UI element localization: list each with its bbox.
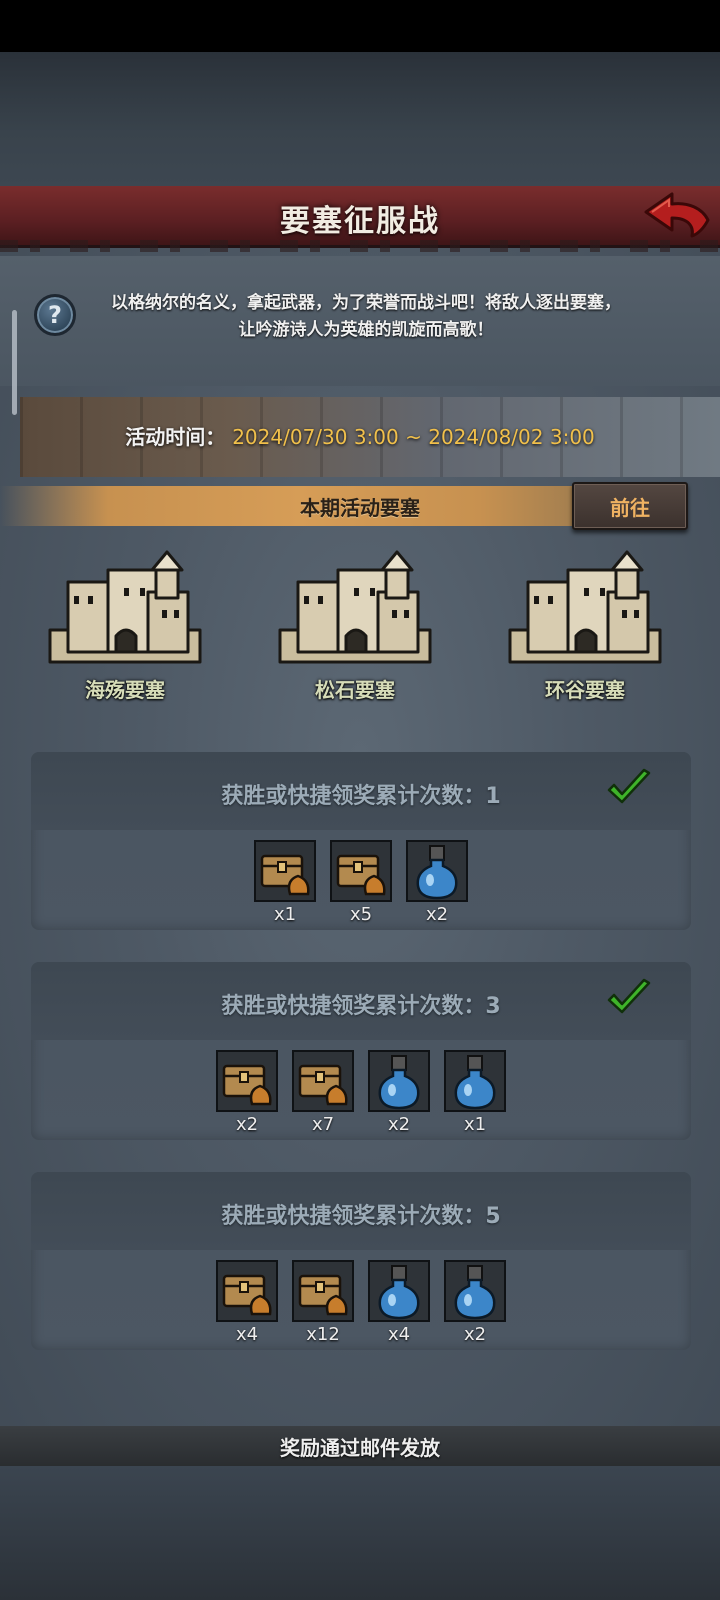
reward-card-2: 获胜或快捷领奖累计次数：3 x2 x7 x2 x1 (31, 962, 691, 1140)
chest-bag-icon (330, 840, 392, 902)
item-quantity: x2 (463, 1324, 487, 1345)
item-quantity: x1 (463, 1114, 487, 1135)
fortress-huangu[interactable]: 环谷要塞 (500, 548, 670, 708)
blue-potion-icon (368, 1050, 430, 1112)
item-quantity: x4 (235, 1324, 259, 1345)
reward-items: x1 x5 x2 (31, 840, 691, 925)
blue-potion-icon (444, 1260, 506, 1322)
reward-title: 获胜或快捷领奖累计次数：5 (221, 1204, 501, 1229)
help-icon[interactable]: ? (34, 294, 76, 336)
event-time-label: 活动时间： (125, 425, 226, 449)
background-top (0, 52, 720, 186)
status-bar-area (0, 0, 720, 52)
reward-item[interactable]: x2 (368, 1050, 430, 1135)
reward-item[interactable]: x5 (330, 840, 392, 925)
reward-item[interactable]: x4 (368, 1260, 430, 1345)
goto-button[interactable]: 前往 (572, 482, 688, 530)
reward-item[interactable]: x2 (444, 1260, 506, 1345)
item-quantity: x12 (306, 1324, 340, 1345)
fortress-name: 海殇要塞 (85, 678, 165, 702)
fortress-haishang[interactable]: 海殇要塞 (40, 548, 210, 708)
checkmark-icon (607, 768, 651, 804)
chest-bag-icon (292, 1050, 354, 1112)
reward-item[interactable]: x12 (292, 1260, 354, 1345)
footer-text: 奖励通过邮件发放 (280, 1436, 440, 1460)
blue-potion-icon (444, 1050, 506, 1112)
fortress-icon (278, 550, 432, 664)
description-text: 以格纳尔的名义，拿起武器，为了荣誉而战斗吧！将敌人逐出要塞， 让吟游诗人为英雄的… (86, 290, 646, 344)
chest-bag-icon (292, 1260, 354, 1322)
chest-bag-icon (254, 840, 316, 902)
blue-potion-icon (368, 1260, 430, 1322)
item-quantity: x2 (387, 1114, 411, 1135)
reward-items: x4 x12 x4 x2 (31, 1260, 691, 1345)
reward-card-1: 获胜或快捷领奖累计次数：1 x1 x5 x2 (31, 752, 691, 930)
fortress-name: 松石要塞 (315, 678, 395, 702)
description-line-2: 让吟游诗人为英雄的凯旋而高歌！ (238, 320, 494, 340)
item-quantity: x2 (235, 1114, 259, 1135)
event-time: 活动时间： 2024/07/30 3:00 ~ 2024/08/02 3:00 (0, 421, 720, 450)
chest-bag-icon (216, 1050, 278, 1112)
blue-potion-icon (406, 840, 468, 902)
item-quantity: x5 (349, 904, 373, 925)
reward-item[interactable]: x1 (444, 1050, 506, 1135)
item-quantity: x7 (311, 1114, 335, 1135)
event-time-value: 2024/07/30 3:00 ~ 2024/08/02 3:00 (232, 425, 595, 449)
reward-item[interactable]: x7 (292, 1050, 354, 1135)
reward-item[interactable]: x4 (216, 1260, 278, 1345)
fortress-icon (508, 550, 662, 664)
chest-bag-icon (216, 1260, 278, 1322)
reward-title: 获胜或快捷领奖累计次数：1 (221, 784, 501, 809)
item-quantity: x4 (387, 1324, 411, 1345)
item-quantity: x1 (273, 904, 297, 925)
background-bottom (0, 1466, 720, 1600)
fortress-name: 环谷要塞 (545, 678, 625, 702)
item-quantity: x2 (425, 904, 449, 925)
page-title: 要塞征服战 (280, 204, 440, 239)
description-line-1: 以格纳尔的名义，拿起武器，为了荣誉而战斗吧！将敌人逐出要塞， (111, 293, 621, 313)
reward-item[interactable]: x2 (216, 1050, 278, 1135)
fortress-icon (48, 550, 202, 664)
reward-item[interactable]: x2 (406, 840, 468, 925)
reward-card-3: 获胜或快捷领奖累计次数：5 x4 x12 x4 x2 (31, 1172, 691, 1350)
reward-title: 获胜或快捷领奖累计次数：3 (221, 994, 501, 1019)
scrollbar[interactable] (12, 310, 17, 415)
back-button[interactable] (642, 190, 712, 240)
fortress-songshi[interactable]: 松石要塞 (270, 548, 440, 708)
checkmark-icon (607, 978, 651, 1014)
back-arrow-icon (644, 192, 710, 238)
reward-item[interactable]: x1 (254, 840, 316, 925)
reward-items: x2 x7 x2 x1 (31, 1050, 691, 1135)
